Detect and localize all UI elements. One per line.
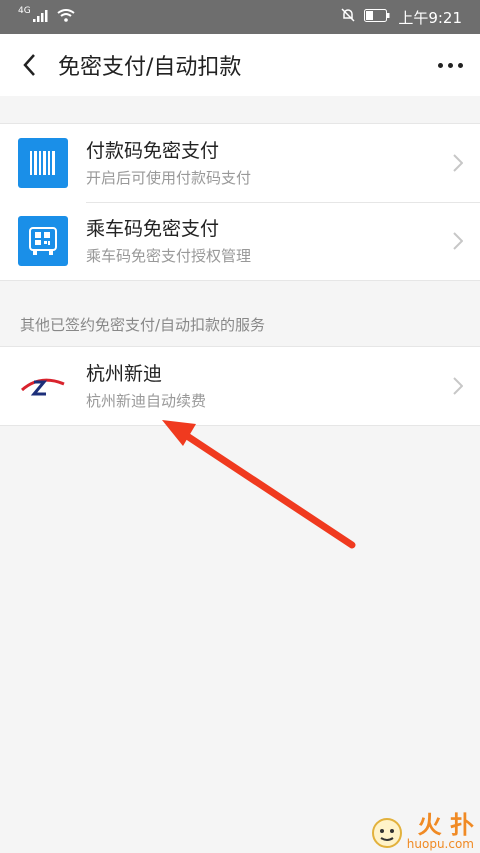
list-item-payment-code[interactable]: 付款码免密支付 开启后可使用付款码支付 — [0, 124, 480, 202]
watermark-title: 火 扑 — [417, 811, 474, 839]
item-subtitle: 开启后可使用付款码支付 — [86, 168, 252, 187]
nav-bar: 免密支付/自动扣款 — [0, 34, 480, 96]
barcode-icon — [18, 138, 68, 188]
status-bar: 4G 上午9:21 — [0, 0, 480, 34]
service-title: 杭州新迪 — [86, 362, 163, 385]
list-item-transit-code[interactable]: 乘车码免密支付 乘车码免密支付授权管理 — [0, 202, 480, 280]
status-time: 上午9:21 — [398, 8, 462, 27]
back-button[interactable] — [0, 34, 58, 96]
battery-icon — [364, 8, 390, 26]
more-button[interactable] — [420, 34, 480, 96]
settings-card: 付款码免密支付 开启后可使用付款码支付 乘车码免密支付 乘车码免密支付授权管理 — [0, 123, 480, 281]
back-arrow-icon — [23, 54, 35, 76]
chevron-right-icon — [436, 377, 480, 395]
services-card: 杭州新迪 杭州新迪自动续费 — [0, 346, 480, 426]
list-item-hangzhou-xindi[interactable]: 杭州新迪 杭州新迪自动续费 — [0, 347, 480, 425]
more-dots-icon — [437, 62, 443, 68]
section-label: 其他已签约免密支付/自动扣款的服务 — [20, 316, 266, 334]
network-type: 4G — [18, 6, 31, 16]
item-title: 付款码免密支付 — [86, 139, 220, 162]
mute-bell-icon — [340, 7, 356, 27]
chevron-right-icon — [436, 232, 480, 250]
hangzhou-xindi-logo-icon — [18, 361, 68, 411]
wifi-icon — [57, 8, 75, 26]
bus-qrcode-icon — [18, 216, 68, 266]
chevron-right-icon — [436, 154, 480, 172]
huopu-watermark: 火 扑 huopu.com — [367, 811, 474, 851]
item-title: 乘车码免密支付 — [86, 217, 220, 240]
service-subtitle: 杭州新迪自动续费 — [86, 391, 207, 410]
watermark-url: huopu.com — [406, 837, 474, 851]
page-title: 免密支付/自动扣款 — [58, 55, 242, 80]
signal-icon — [32, 8, 49, 26]
mascot-logo-icon — [371, 818, 402, 848]
item-subtitle: 乘车码免密支付授权管理 — [86, 246, 252, 265]
